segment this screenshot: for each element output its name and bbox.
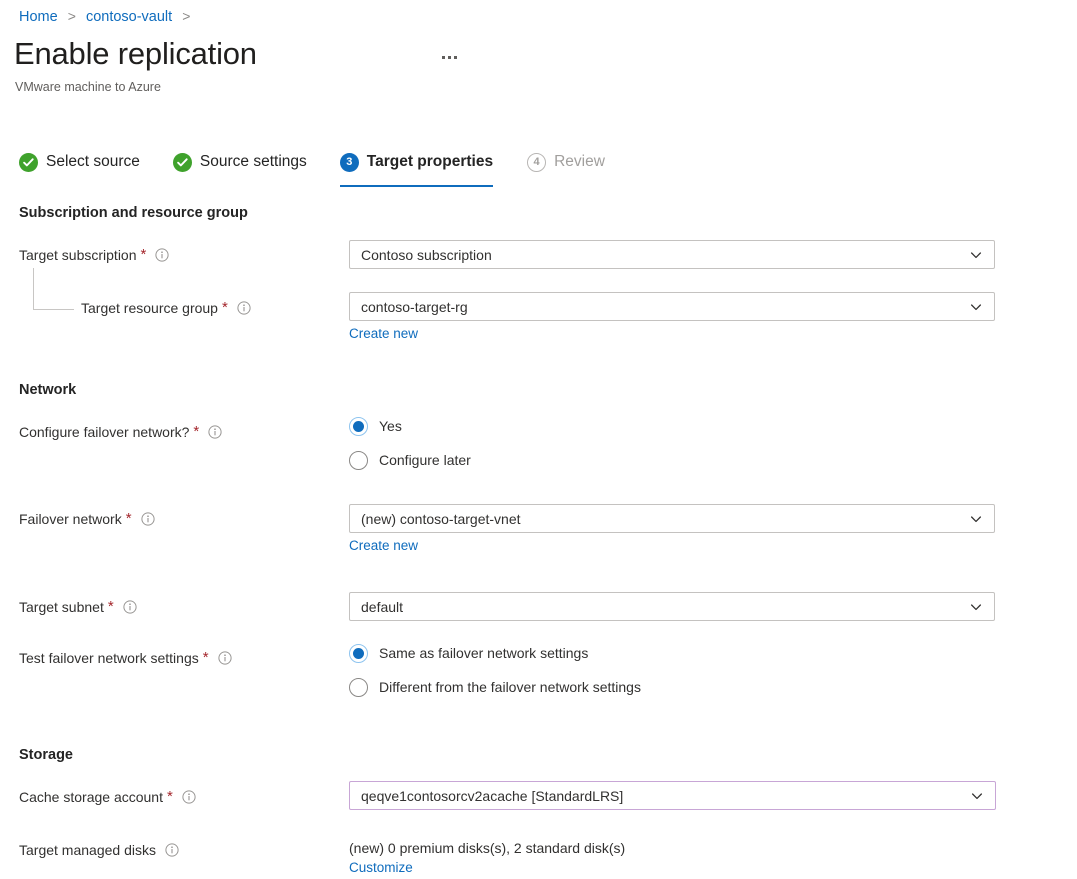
target-subscription-dropdown[interactable]: Contoso subscription bbox=[349, 240, 995, 269]
label-configure-failover-network: Configure failover network? * bbox=[19, 422, 222, 442]
tab-active-underline bbox=[340, 185, 493, 188]
breadcrumb-separator: > bbox=[68, 8, 76, 24]
chevron-down-icon bbox=[969, 248, 983, 262]
ellipsis-dot-2 bbox=[448, 56, 451, 59]
create-new-failover-network-link[interactable]: Create new bbox=[349, 537, 418, 555]
info-icon[interactable] bbox=[165, 843, 179, 857]
radio-configure-failover-network-later[interactable]: Configure later bbox=[349, 451, 471, 470]
info-icon[interactable] bbox=[218, 651, 232, 665]
page-subtitle: VMware machine to Azure bbox=[15, 79, 161, 96]
tab-source-settings[interactable]: Source settings bbox=[173, 146, 307, 178]
info-icon[interactable] bbox=[182, 790, 196, 804]
radio-button-unselected bbox=[349, 678, 368, 697]
resource-group-tree-connector bbox=[33, 268, 74, 310]
label-text-test-failover-network-settings: Test failover network settings bbox=[19, 648, 199, 668]
label-text-failover-network: Failover network bbox=[19, 509, 122, 529]
chevron-down-icon bbox=[970, 789, 984, 803]
label-text-target-resource-group: Target resource group bbox=[81, 298, 218, 318]
target-subnet-value: default bbox=[361, 598, 961, 616]
label-target-subscription: Target subscription * bbox=[19, 245, 169, 265]
ellipsis-dot-3 bbox=[454, 56, 457, 59]
tab-target-properties[interactable]: 3 Target properties bbox=[340, 146, 493, 178]
tab-review[interactable]: 4 Review bbox=[527, 146, 605, 178]
create-new-resource-group-link[interactable]: Create new bbox=[349, 325, 418, 343]
required-asterisk: * bbox=[126, 512, 132, 526]
radio-label-configure-later: Configure later bbox=[379, 451, 471, 470]
target-managed-disks-value: (new) 0 premium disks(s), 2 standard dis… bbox=[349, 839, 625, 858]
required-asterisk: * bbox=[193, 425, 199, 439]
label-target-resource-group: Target resource group * bbox=[81, 298, 251, 318]
required-asterisk: * bbox=[141, 248, 147, 262]
label-failover-network: Failover network * bbox=[19, 509, 155, 529]
tab-label-review: Review bbox=[554, 152, 605, 172]
info-icon[interactable] bbox=[123, 600, 137, 614]
label-cache-storage-account: Cache storage account * bbox=[19, 787, 196, 807]
step-number-badge-3: 3 bbox=[340, 153, 359, 172]
section-heading-subscription: Subscription and resource group bbox=[19, 205, 248, 221]
required-asterisk: * bbox=[222, 301, 228, 315]
info-icon[interactable] bbox=[208, 425, 222, 439]
required-asterisk: * bbox=[167, 790, 173, 804]
step-number-badge-4: 4 bbox=[527, 153, 546, 172]
label-target-subnet: Target subnet * bbox=[19, 597, 137, 617]
target-resource-group-value: contoso-target-rg bbox=[361, 298, 961, 316]
tab-label-target-properties: Target properties bbox=[367, 152, 493, 172]
radio-label-yes: Yes bbox=[379, 417, 402, 436]
tab-select-source[interactable]: Select source bbox=[19, 146, 140, 178]
label-text-target-managed-disks: Target managed disks bbox=[19, 840, 156, 860]
radio-label-different-from-failover: Different from the failover network sett… bbox=[379, 678, 641, 697]
target-subscription-value: Contoso subscription bbox=[361, 246, 961, 264]
radio-configure-failover-network-yes[interactable]: Yes bbox=[349, 417, 402, 436]
label-target-managed-disks: Target managed disks bbox=[19, 840, 179, 860]
chevron-down-icon bbox=[969, 512, 983, 526]
failover-network-dropdown[interactable]: (new) contoso-target-vnet bbox=[349, 504, 995, 533]
chevron-down-icon bbox=[969, 600, 983, 614]
radio-test-failover-different[interactable]: Different from the failover network sett… bbox=[349, 678, 641, 697]
target-resource-group-dropdown[interactable]: contoso-target-rg bbox=[349, 292, 995, 321]
failover-network-value: (new) contoso-target-vnet bbox=[361, 510, 961, 528]
required-asterisk: * bbox=[108, 600, 114, 614]
ellipsis-dot-1 bbox=[442, 56, 445, 59]
label-text-cache-storage-account: Cache storage account bbox=[19, 787, 163, 807]
label-test-failover-network-settings: Test failover network settings * bbox=[19, 648, 232, 668]
target-subnet-dropdown[interactable]: default bbox=[349, 592, 995, 621]
info-icon[interactable] bbox=[237, 301, 251, 315]
enable-replication-page: Home > contoso-vault > Enable replicatio… bbox=[0, 0, 1077, 879]
chevron-down-icon bbox=[969, 300, 983, 314]
radio-test-failover-same[interactable]: Same as failover network settings bbox=[349, 644, 588, 663]
info-icon[interactable] bbox=[141, 512, 155, 526]
section-heading-network: Network bbox=[19, 382, 76, 398]
radio-button-unselected bbox=[349, 451, 368, 470]
check-icon bbox=[19, 153, 38, 172]
radio-label-same-as-failover: Same as failover network settings bbox=[379, 644, 588, 663]
page-title: Enable replication bbox=[14, 34, 257, 74]
breadcrumb-separator-2: > bbox=[182, 8, 190, 24]
tab-label-source-settings: Source settings bbox=[200, 152, 307, 172]
section-heading-storage: Storage bbox=[19, 747, 73, 763]
radio-button-selected bbox=[349, 644, 368, 663]
customize-managed-disks-link[interactable]: Customize bbox=[349, 859, 413, 877]
wizard-steps: Select source Source settings 3 Target p… bbox=[19, 146, 605, 178]
more-actions-button[interactable] bbox=[436, 46, 462, 68]
required-asterisk: * bbox=[203, 651, 209, 665]
tab-label-select-source: Select source bbox=[46, 152, 140, 172]
label-text-configure-failover-network: Configure failover network? bbox=[19, 422, 189, 442]
label-text-target-subscription: Target subscription bbox=[19, 245, 137, 265]
breadcrumb: Home > contoso-vault > bbox=[19, 7, 196, 26]
breadcrumb-item-home[interactable]: Home bbox=[19, 9, 58, 25]
check-icon bbox=[173, 153, 192, 172]
breadcrumb-item-contoso-vault[interactable]: contoso-vault bbox=[86, 9, 172, 25]
label-text-target-subnet: Target subnet bbox=[19, 597, 104, 617]
cache-storage-account-value: qeqve1contosorcv2acache [StandardLRS] bbox=[361, 787, 962, 805]
radio-button-selected bbox=[349, 417, 368, 436]
cache-storage-account-dropdown[interactable]: qeqve1contosorcv2acache [StandardLRS] bbox=[349, 781, 996, 810]
info-icon[interactable] bbox=[155, 248, 169, 262]
